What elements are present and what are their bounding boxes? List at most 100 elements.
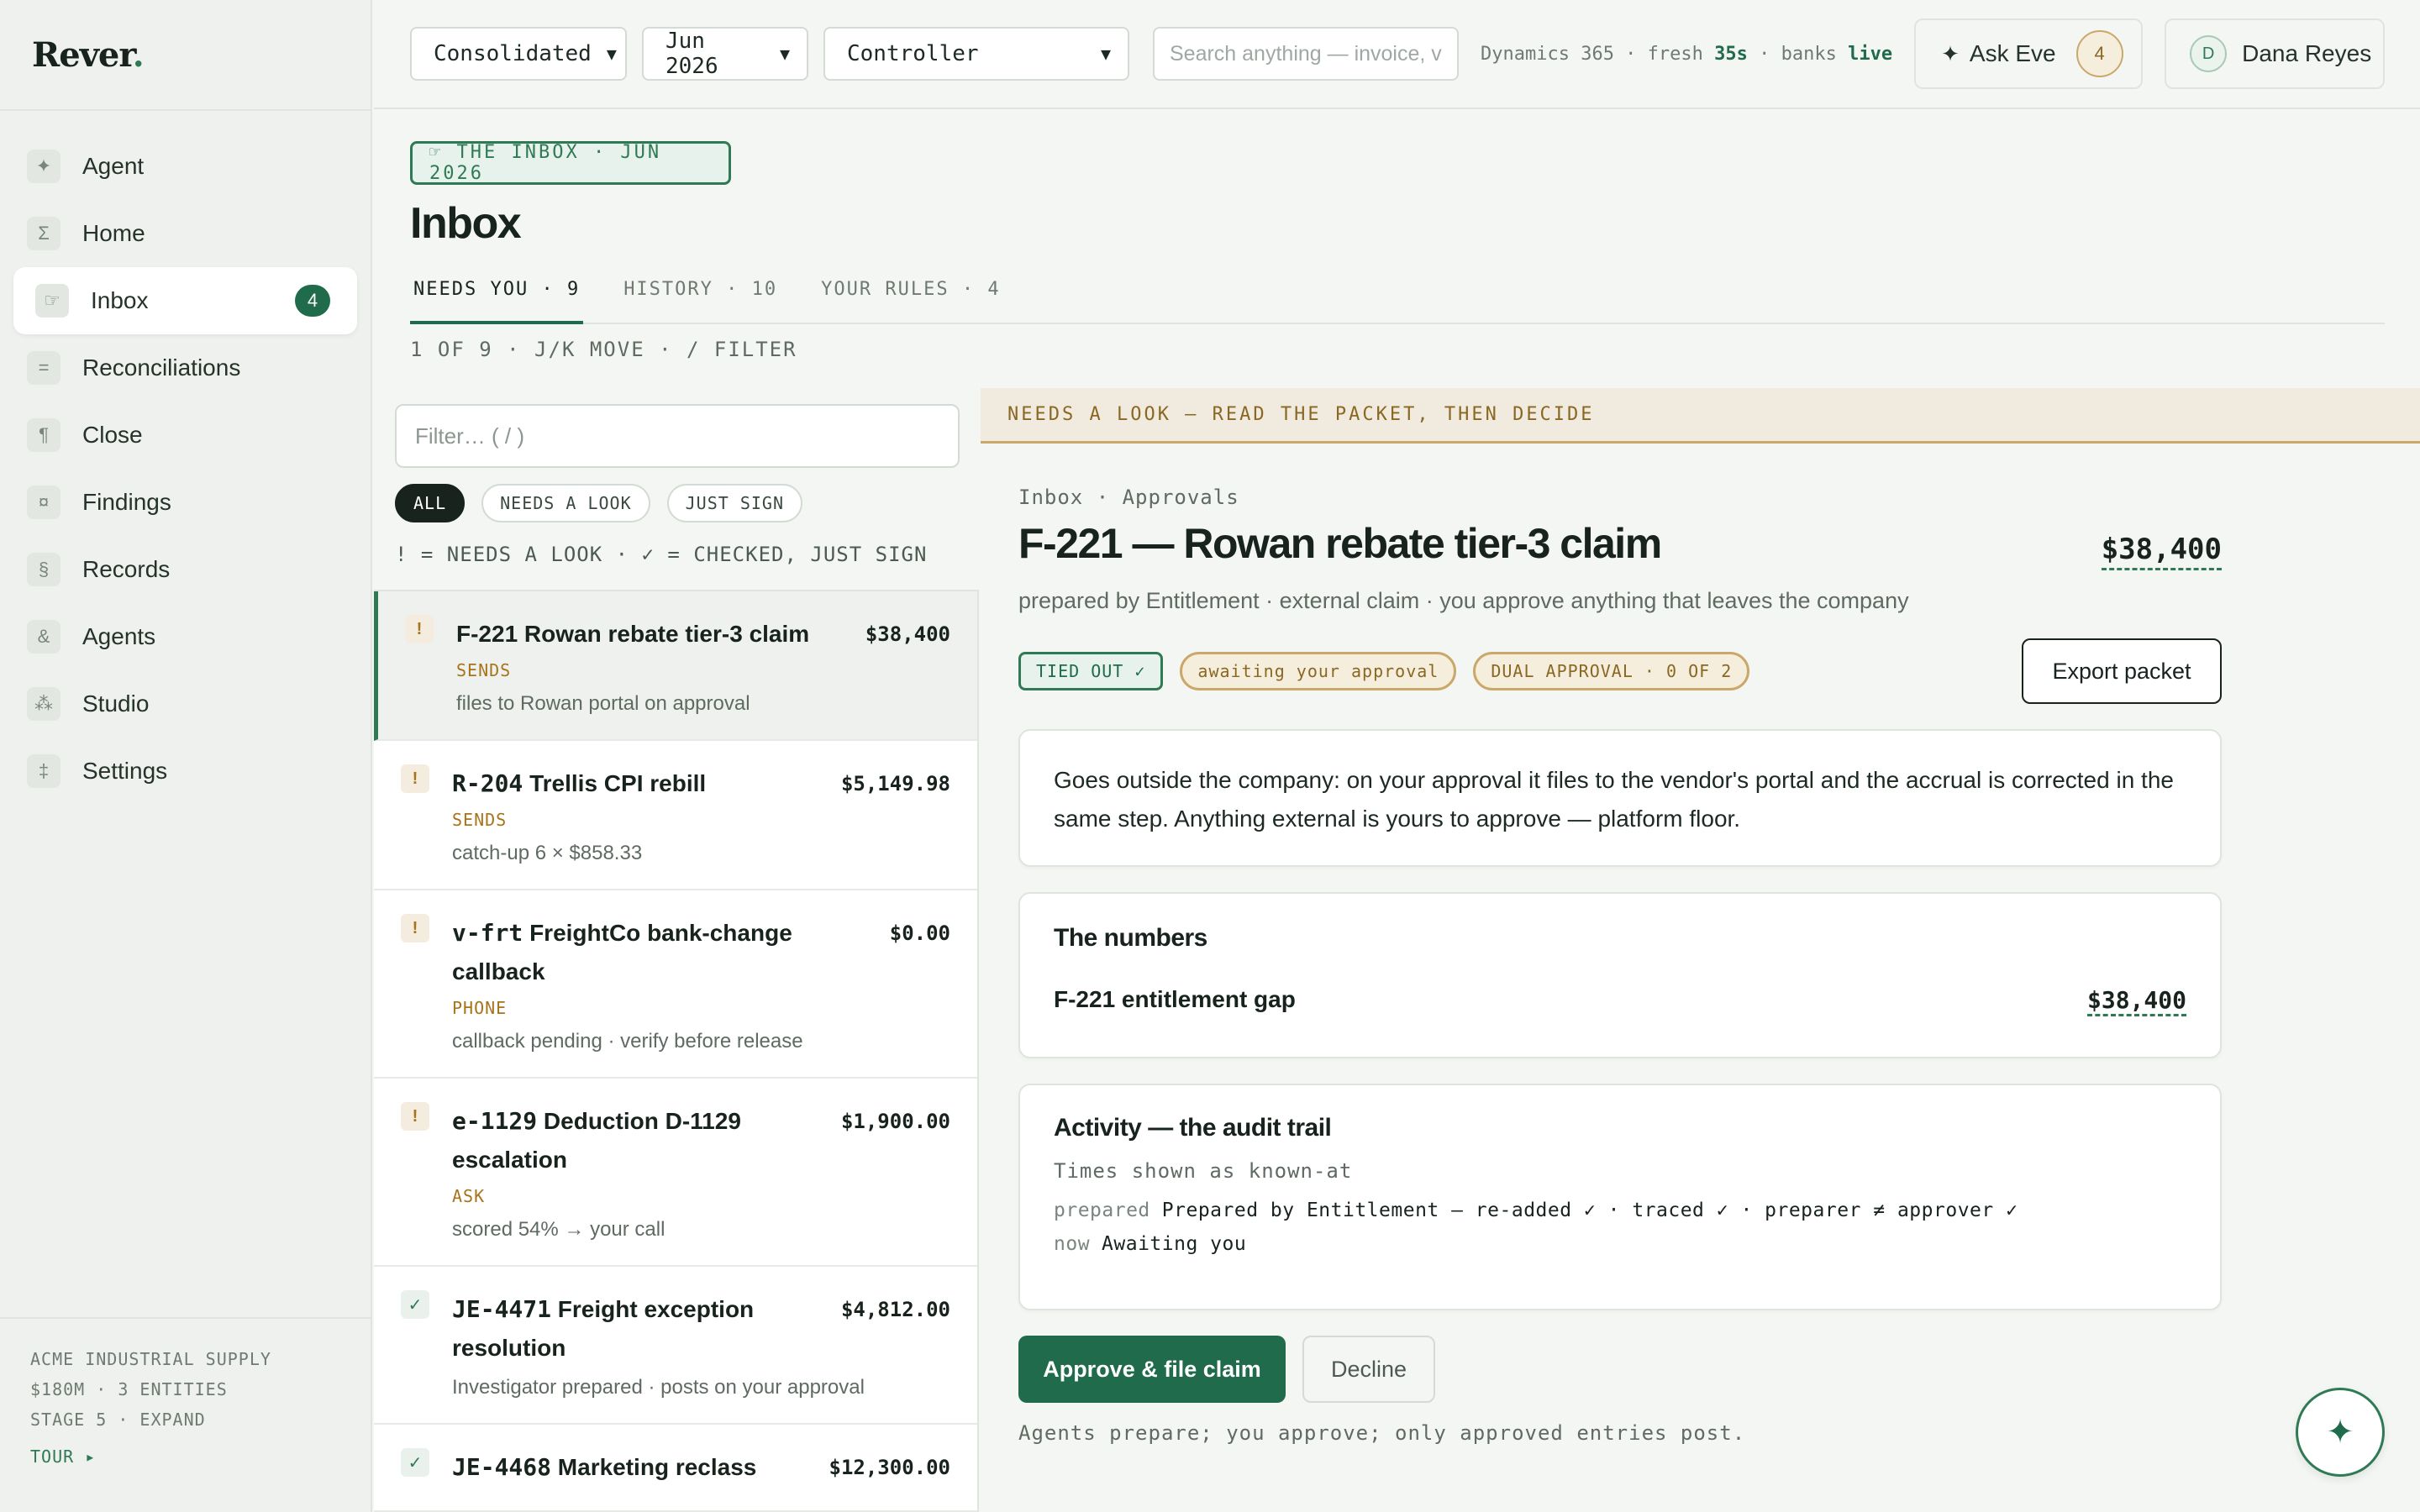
inbox-tabs: NEEDS YOU · 9 HISTORY · 10 YOUR RULES · …: [410, 267, 2385, 324]
status-pills: TIED OUT ✓ awaiting your approval DUAL A…: [1018, 652, 1766, 690]
list-item[interactable]: ! e-1129 Deduction D-1129 escalation $1,…: [374, 1079, 977, 1267]
sidebar-item-close[interactable]: ¶ Close: [13, 402, 357, 469]
item-tag: ASK: [452, 1186, 486, 1206]
role-select-value: Controller: [847, 41, 979, 66]
company-scale: $180M · 3 ENTITIES: [30, 1379, 228, 1399]
decline-button[interactable]: Decline: [1302, 1336, 1435, 1403]
awaiting-approval-badge: awaiting your approval: [1180, 652, 1457, 690]
detail-title: F-221 — Rowan rebate tier-3 claim: [1018, 520, 1662, 567]
top-bar: Consolidated ▼ Jun 2026 ▼ Controller ▼ D…: [374, 0, 2420, 109]
item-amount: $5,149.98: [840, 772, 950, 795]
activity-heading: Activity — the audit trail: [1054, 1114, 1332, 1142]
findings-icon: ¤: [27, 486, 60, 519]
tour-link[interactable]: TOUR ▸: [30, 1446, 371, 1467]
checked-icon: ✓: [401, 1290, 429, 1319]
numbers-heading: The numbers: [1054, 924, 1207, 952]
sidebar-item-inbox[interactable]: ☞ Inbox 4: [13, 267, 357, 334]
chevron-down-icon: ▼: [779, 44, 790, 64]
item-code: R-204: [452, 769, 523, 797]
sidebar-item-label: Agents: [82, 623, 156, 649]
sidebar-item-label: Close: [82, 422, 143, 448]
period-select[interactable]: Jun 2026 ▼: [642, 27, 808, 81]
detail-amount[interactable]: $38,400: [2101, 533, 2222, 570]
sidebar-item-records[interactable]: § Records: [13, 536, 357, 603]
sidebar-item-label: Settings: [82, 758, 168, 784]
sync-banks-label: · banks: [1747, 43, 1849, 65]
export-packet-button[interactable]: Export packet: [2022, 638, 2222, 704]
item-amount: $1,900.00: [840, 1110, 950, 1133]
detail-subtitle: prepared by Entitlement · external claim…: [1018, 588, 1909, 613]
tab-your-rules[interactable]: YOUR RULES · 4: [818, 267, 1003, 324]
sidebar-item-label: Studio: [82, 690, 150, 717]
list-item[interactable]: ! R-204 Trellis CPI rebill $5,149.98 SEN…: [374, 741, 977, 890]
item-tag: PHONE: [452, 998, 508, 1018]
item-amount: $38,400: [865, 622, 950, 646]
sidebar-item-label: Findings: [82, 489, 171, 515]
search-input[interactable]: [1153, 27, 1459, 81]
role-select[interactable]: Controller ▼: [823, 27, 1129, 81]
sync-freshness: 35s: [1714, 43, 1748, 65]
dual-approval-badge: DUAL APPROVAL · 0 OF 2: [1473, 652, 1750, 690]
avatar: D: [2190, 35, 2228, 72]
sidebar-item-agents[interactable]: & Agents: [13, 603, 357, 670]
section-icon: §: [27, 553, 60, 586]
list-item[interactable]: ! v-frt FreightCo bank-change callback $…: [374, 890, 977, 1079]
approval-policy-note: Agents prepare; you approve; only approv…: [1018, 1421, 1746, 1445]
activity-when: now: [1054, 1233, 1091, 1255]
company-stage: STAGE 5 · EXPAND: [30, 1410, 206, 1430]
filter-chip-just-sign[interactable]: JUST SIGN: [666, 484, 802, 522]
item-code: e-1129: [452, 1107, 538, 1135]
item-subtitle: files to Rowan portal on approval: [456, 692, 750, 715]
entity-select[interactable]: Consolidated ▼: [410, 27, 627, 81]
agent-icon: ✦: [27, 150, 60, 183]
sidebar-item-reconciliations[interactable]: = Reconciliations: [13, 334, 357, 402]
item-amount: $0.00: [889, 921, 950, 945]
company-footer: ACME INDUSTRIAL SUPPLY $180M · 3 ENTITIE…: [0, 1317, 371, 1512]
activity-entry: prepared Prepared by Entitlement — re-add…: [1054, 1200, 2186, 1221]
sidebar-item-settings[interactable]: ‡ Settings: [13, 738, 357, 805]
needs-look-icon: !: [401, 914, 429, 942]
chevron-down-icon: ▼: [606, 44, 617, 64]
ask-eve-count-badge: 4: [2075, 30, 2123, 77]
sidebar-item-label: Reconciliations: [82, 354, 241, 381]
list-item[interactable]: ✓ JE-4471 Freight exception resolution $…: [374, 1267, 977, 1425]
section-chip: ☞ THE INBOX · JUN 2026: [410, 141, 731, 185]
activity-text: Awaiting you: [1102, 1233, 1247, 1255]
filter-chip-all[interactable]: ALL: [395, 484, 466, 522]
user-menu[interactable]: D Dana Reyes: [2165, 18, 2386, 89]
list-item[interactable]: ✓ JE-4468 Marketing reclass $12,300.00: [374, 1425, 977, 1512]
banks-live-status: live: [1848, 43, 1893, 65]
sidebar-item-label: Inbox: [91, 287, 149, 313]
tab-history[interactable]: HISTORY · 10: [620, 267, 781, 324]
numbers-label: F-221 entitlement gap: [1054, 986, 1296, 1012]
equals-icon: =: [27, 351, 60, 385]
sidebar-item-home[interactable]: Σ Home: [13, 200, 357, 267]
list-item[interactable]: ! F-221 Rowan rebate tier-3 claim $38,40…: [374, 591, 977, 741]
user-name: Dana Reyes: [2242, 40, 2372, 66]
item-code: v-frt: [452, 919, 523, 947]
app-logo[interactable]: Rever.: [32, 35, 145, 75]
sync-status: Dynamics 365 · fresh 35s · banks live: [1481, 44, 1892, 65]
entity-select-value: Consolidated: [434, 41, 592, 66]
numbers-value[interactable]: $38,400: [2086, 986, 2186, 1016]
sidebar-item-agent[interactable]: ✦ Agent: [13, 133, 357, 200]
known-at-note: Times shown as known-at: [1054, 1159, 1353, 1183]
activity-when: prepared: [1054, 1200, 1150, 1221]
item-code: JE-4468: [452, 1453, 552, 1481]
sidebar-item-studio[interactable]: ⁂ Studio: [13, 670, 357, 738]
sidebar-item-label: Agent: [82, 153, 145, 179]
approve-file-claim-button[interactable]: Approve & file claim: [1018, 1336, 1286, 1403]
ask-eve-button[interactable]: ✦ Ask Eve 4: [1914, 18, 2144, 89]
item-subtitle: catch-up 6 × $858.33: [452, 842, 643, 864]
sidebar-item-findings[interactable]: ¤ Findings: [13, 469, 357, 536]
page-title: Inbox: [410, 199, 522, 248]
item-title: e-1129 Deduction D-1129 escalation: [452, 1102, 822, 1179]
filter-chip-needs-a-look[interactable]: NEEDS A LOOK: [481, 484, 650, 522]
assistant-fab-button[interactable]: ✦: [2296, 1388, 2385, 1477]
asterism-icon: ⁂: [27, 687, 60, 721]
filter-input[interactable]: [395, 404, 960, 468]
sigma-icon: Σ: [27, 217, 60, 250]
item-title-text: Marketing reclass: [551, 1454, 757, 1480]
tab-needs-you[interactable]: NEEDS YOU · 9: [410, 267, 584, 324]
external-note-card: Goes outside the company: on your approv…: [1018, 729, 2222, 867]
